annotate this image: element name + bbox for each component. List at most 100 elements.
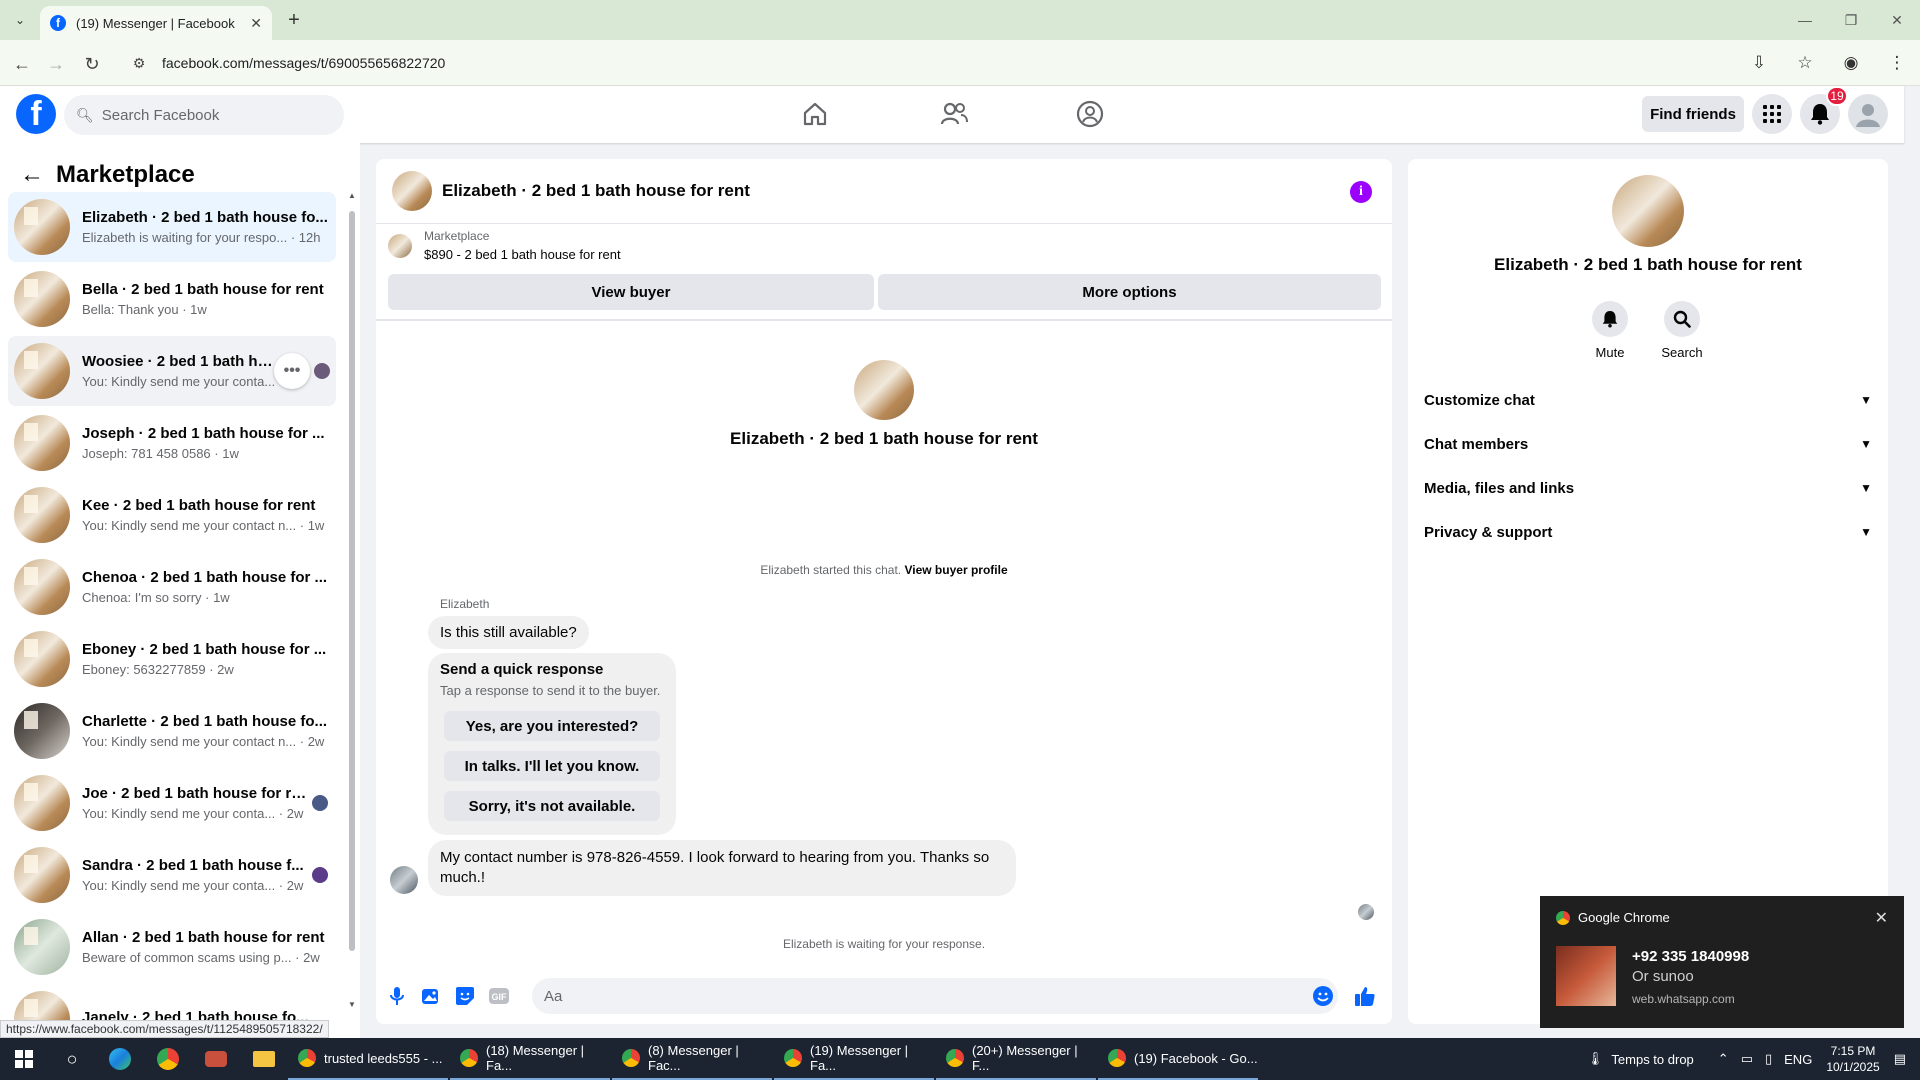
restore-button[interactable]: ❐	[1828, 0, 1874, 40]
quick-response-option[interactable]: In talks. I'll let you know.	[444, 751, 660, 781]
taskbar-search-icon[interactable]: ○	[48, 1038, 96, 1080]
minimize-button[interactable]: —	[1782, 0, 1828, 40]
taskbar-app[interactable]: trusted leeds555 - ...	[288, 1038, 448, 1080]
emoji-icon[interactable]	[1311, 984, 1335, 1008]
install-app-icon[interactable]: ⇩	[1746, 50, 1772, 76]
scrollbar-thumb[interactable]	[349, 211, 355, 951]
conversation-item[interactable]: Charlette · 2 bed 1 bath house fo... You:…	[8, 696, 336, 766]
speaker-icon[interactable]: ▯	[1765, 1051, 1772, 1067]
browser-menu-icon[interactable]: ⋮	[1884, 50, 1910, 76]
microphone-icon[interactable]	[382, 981, 412, 1011]
quick-response-option[interactable]: Sorry, it's not available.	[444, 791, 660, 821]
conversation-name: Allan · 2 bed 1 bath house for rent	[82, 929, 325, 946]
conversation-item[interactable]: Woosiee · 2 bed 1 bath house You: Kindly …	[8, 336, 336, 406]
notification-center-icon[interactable]: ▤	[1894, 1051, 1906, 1067]
tab-search-dropdown[interactable]: ⌄	[8, 8, 32, 32]
taskbar-app-label: (19) Messenger | Fa...	[810, 1043, 909, 1073]
app-icon[interactable]	[192, 1038, 240, 1080]
gif-icon[interactable]: GIF	[484, 981, 514, 1011]
sender-avatar[interactable]	[390, 866, 418, 894]
menu-grid-icon[interactable]	[1752, 94, 1792, 134]
listing-detail: $890 - 2 bed 1 bath house for rent	[424, 247, 621, 262]
close-window-button[interactable]: ✕	[1874, 0, 1920, 40]
facebook-logo[interactable]: f	[16, 94, 56, 134]
media-files-links-row[interactable]: Media, files and links ▼	[1424, 470, 1872, 506]
mute-action[interactable]: Mute	[1580, 301, 1640, 360]
taskbar-app[interactable]: (19) Messenger | Fa...	[774, 1038, 934, 1080]
quick-response-option[interactable]: Yes, are you interested?	[444, 711, 660, 741]
conversation-item[interactable]: Eboney · 2 bed 1 bath house for ... Ebone…	[8, 624, 336, 694]
close-icon[interactable]: ✕	[1875, 908, 1888, 928]
clock[interactable]: 7:15 PM 10/1/2025	[1826, 1043, 1879, 1075]
browser-tab-active[interactable]: f (19) Messenger | Facebook ✕	[40, 6, 272, 40]
windows-start-icon[interactable]	[0, 1038, 48, 1080]
conversation-item[interactable]: Chenoa · 2 bed 1 bath house for ... Cheno…	[8, 552, 336, 622]
sticker-icon[interactable]	[450, 981, 480, 1011]
taskbar-app[interactable]: (8) Messenger | Fac...	[612, 1038, 772, 1080]
weather-text[interactable]: Temps to drop	[1611, 1052, 1693, 1067]
chrome-notification[interactable]: Google Chrome ✕ +92 335 1840998 Or sunoo…	[1540, 896, 1904, 1028]
photo-icon[interactable]	[416, 981, 446, 1011]
search-placeholder: Search Facebook	[101, 106, 220, 124]
find-friends-button[interactable]: Find friends	[1642, 96, 1744, 132]
back-button[interactable]: ←	[10, 52, 34, 76]
conversation-item[interactable]: Elizabeth · 2 bed 1 bath house fo... Eliz…	[8, 192, 336, 262]
privacy-support-row[interactable]: Privacy & support ▼	[1424, 514, 1872, 550]
conversation-item[interactable]: Kee · 2 bed 1 bath house for rent You: Ki…	[8, 480, 336, 550]
edge-icon[interactable]	[96, 1038, 144, 1080]
friends-nav-icon[interactable]	[934, 94, 974, 134]
search-in-chat-action[interactable]: Search	[1652, 301, 1712, 360]
taskbar-app[interactable]: (18) Messenger | Fa...	[450, 1038, 610, 1080]
new-tab-button[interactable]: +	[282, 8, 306, 32]
scroll-up-arrow-icon[interactable]: ▲	[348, 191, 356, 200]
bookmark-star-icon[interactable]: ☆	[1792, 50, 1818, 76]
view-buyer-profile-link[interactable]: View buyer profile	[904, 563, 1007, 577]
more-options-button[interactable]: More options	[878, 274, 1381, 310]
thumbs-up-icon[interactable]	[1350, 981, 1380, 1011]
scroll-down-arrow-icon[interactable]: ▼	[348, 1000, 356, 1009]
conversation-item[interactable]: Allan · 2 bed 1 bath house for rent Bewar…	[8, 912, 336, 982]
notification-source: web.whatsapp.com	[1632, 992, 1735, 1006]
chat-members-row[interactable]: Chat members ▼	[1424, 426, 1872, 462]
reload-button[interactable]: ↻	[80, 52, 104, 76]
chat-title[interactable]: Elizabeth · 2 bed 1 bath house for rent	[442, 181, 750, 201]
conversation-avatar	[14, 631, 70, 687]
listing-summary[interactable]: Marketplace $890 - 2 bed 1 bath house fo…	[388, 229, 621, 262]
profile-icon[interactable]: ◉	[1838, 50, 1864, 76]
home-nav-icon[interactable]	[795, 94, 835, 134]
sidebar-scrollbar[interactable]: ▲ ▼	[348, 191, 356, 1009]
conversation-preview: Bella: Thank you · 1w	[82, 302, 207, 317]
taskbar-app[interactable]: (20+) Messenger | F...	[936, 1038, 1096, 1080]
language-indicator[interactable]: ENG	[1784, 1052, 1812, 1067]
back-arrow-icon[interactable]: ←	[12, 155, 52, 195]
sidebar-header: ← Marketplace	[0, 155, 195, 195]
system-tray: 🌡︎ Temps to drop ⌃ ▭ ▯ ENG 7:15 PM 10/1/…	[1587, 1038, 1920, 1080]
tab-close-icon[interactable]: ✕	[250, 15, 262, 32]
facebook-search-box[interactable]: 🔍︎ Search Facebook	[64, 95, 344, 135]
message-input[interactable]	[532, 978, 1338, 1014]
conversation-more-options-button[interactable]: •••	[274, 353, 310, 389]
url-field[interactable]: ⚙ facebook.com/messages/t/69005565682272…	[120, 46, 1830, 80]
groups-nav-icon[interactable]	[1070, 94, 1110, 134]
conversation-item[interactable]: Bella · 2 bed 1 bath house for rent Bella…	[8, 264, 336, 334]
conversation-item[interactable]: Sandra · 2 bed 1 bath house f... You: Kin…	[8, 840, 336, 910]
customize-chat-row[interactable]: Customize chat ▼	[1424, 382, 1872, 418]
network-icon[interactable]: ▭	[1741, 1051, 1753, 1067]
chevron-down-icon: ▼	[1860, 525, 1872, 539]
conversation-name: Joe · 2 bed 1 bath house for re...	[82, 785, 312, 802]
conversation-item[interactable]: Joseph · 2 bed 1 bath house for ... Josep…	[8, 408, 336, 478]
conversation-avatar	[14, 415, 70, 471]
buyer-avatar[interactable]	[854, 360, 914, 420]
taskbar-app[interactable]: (19) Facebook - Go...	[1098, 1038, 1258, 1080]
view-buyer-button[interactable]: View buyer	[388, 274, 874, 310]
site-info-icon[interactable]: ⚙	[130, 54, 148, 72]
chrome-icon[interactable]	[144, 1038, 192, 1080]
account-avatar[interactable]	[1848, 94, 1888, 134]
forward-button[interactable]: →	[44, 52, 68, 76]
file-explorer-icon[interactable]	[240, 1038, 288, 1080]
details-avatar[interactable]	[1612, 175, 1684, 247]
conversation-item[interactable]: Joe · 2 bed 1 bath house for re... You: K…	[8, 768, 336, 838]
chat-avatar[interactable]	[392, 171, 432, 211]
info-icon[interactable]: i	[1350, 181, 1372, 203]
tray-chevron-up-icon[interactable]: ⌃	[1718, 1051, 1729, 1067]
